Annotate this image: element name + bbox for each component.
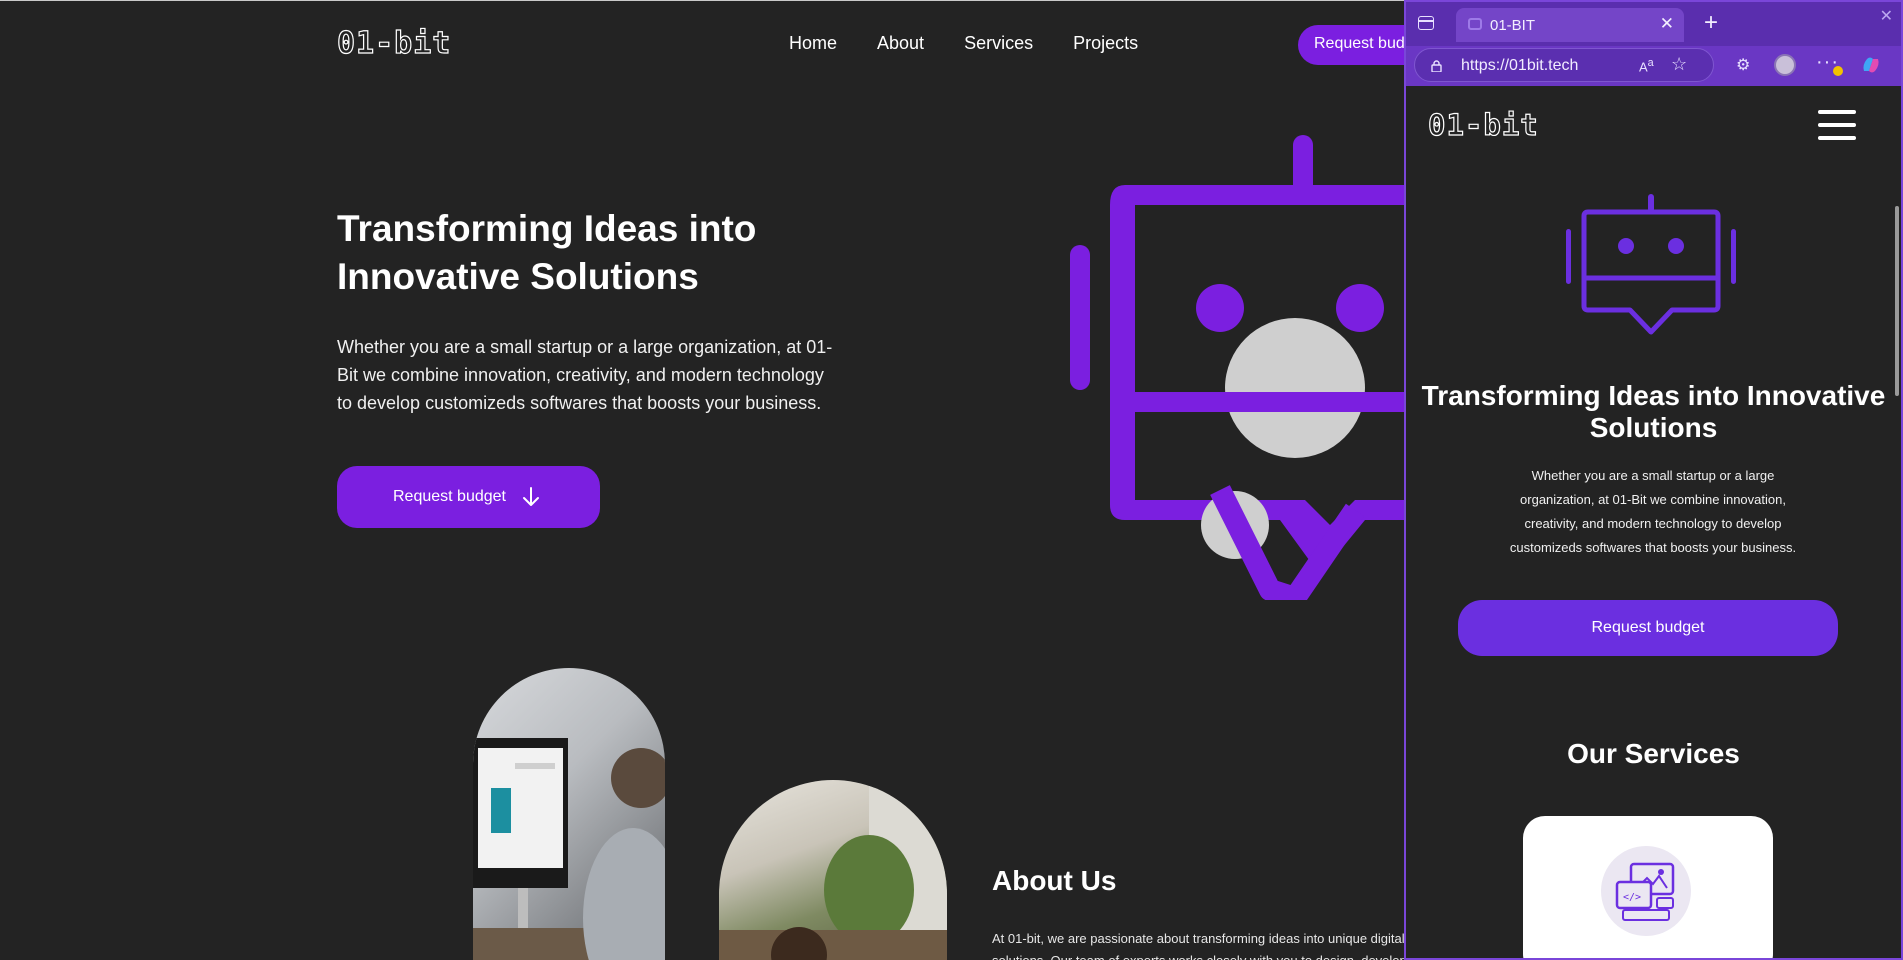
close-window-icon[interactable]: ✕ bbox=[1880, 6, 1893, 26]
url-field[interactable]: https://01bit.tech Aa ☆ bbox=[1414, 48, 1714, 82]
url-text: https://01bit.tech bbox=[1461, 57, 1579, 74]
copilot-icon[interactable] bbox=[1860, 54, 1882, 76]
nav-home[interactable]: Home bbox=[789, 33, 837, 54]
team-photo-computer bbox=[473, 668, 665, 960]
svg-text:</>: </> bbox=[1623, 892, 1641, 903]
hero-description: Whether you are a small startup or a lar… bbox=[337, 337, 833, 413]
site-logo[interactable]: 01-bit bbox=[336, 25, 451, 61]
mobile-hero-title: Transforming Ideas into Innovative Solut… bbox=[1421, 380, 1886, 443]
nav-services[interactable]: Services bbox=[964, 33, 1033, 54]
robot-icon bbox=[1566, 194, 1736, 335]
mobile-hero-description: Whether you are a small startup or a lar… bbox=[1509, 468, 1797, 555]
mobile-request-budget-button[interactable]: Request budget bbox=[1458, 600, 1838, 656]
read-aloud-icon[interactable]: Aa bbox=[1639, 57, 1654, 74]
scrollbar[interactable] bbox=[1895, 206, 1899, 396]
mobile-site-viewport: 01-bit Transforming Ideas into Innovativ… bbox=[1406, 86, 1901, 958]
nav-about[interactable]: About bbox=[877, 33, 924, 54]
browser-window: 01-BIT ✕ + ✕ https://01bit.tech Aa ☆ ⚙ ·… bbox=[1404, 0, 1903, 960]
lock-icon bbox=[1431, 60, 1442, 72]
hamburger-icon[interactable] bbox=[1818, 110, 1856, 142]
about-title: About Us bbox=[992, 865, 1117, 896]
hero-request-budget-button[interactable]: Request budget bbox=[337, 466, 600, 528]
new-tab-icon[interactable]: + bbox=[1704, 9, 1718, 37]
arrow-down-icon bbox=[522, 487, 539, 506]
tab-01bit[interactable]: 01-BIT ✕ bbox=[1456, 8, 1684, 42]
tab-title: 01-BIT bbox=[1490, 17, 1536, 34]
close-tab-icon[interactable]: ✕ bbox=[1660, 14, 1674, 34]
hero-button-label: Request budget bbox=[393, 488, 506, 505]
about-description: At 01-bit, we are passionate about trans… bbox=[992, 931, 1407, 960]
services-title: Our Services bbox=[1567, 738, 1740, 769]
main-nav: Home About Services Projects bbox=[789, 33, 1138, 54]
address-bar: https://01bit.tech Aa ☆ ⚙ ··· bbox=[1406, 46, 1901, 86]
team-photo-office bbox=[719, 780, 947, 960]
mobile-logo[interactable]: 01-bit bbox=[1427, 107, 1539, 142]
tab-bar: 01-BIT ✕ + ✕ bbox=[1406, 2, 1901, 46]
nav-projects[interactable]: Projects bbox=[1073, 33, 1138, 54]
tab-actions-icon[interactable] bbox=[1418, 16, 1434, 30]
notification-badge bbox=[1833, 66, 1843, 76]
service-card[interactable]: </> bbox=[1523, 816, 1773, 958]
favicon-icon bbox=[1468, 18, 1482, 30]
extensions-icon[interactable]: ⚙ bbox=[1736, 55, 1750, 75]
hero-title: Transforming Ideas into Innovative Solut… bbox=[337, 208, 757, 297]
star-icon[interactable]: ☆ bbox=[1671, 54, 1687, 75]
web-development-icon: </> bbox=[1601, 846, 1691, 936]
profile-icon[interactable] bbox=[1774, 54, 1796, 76]
